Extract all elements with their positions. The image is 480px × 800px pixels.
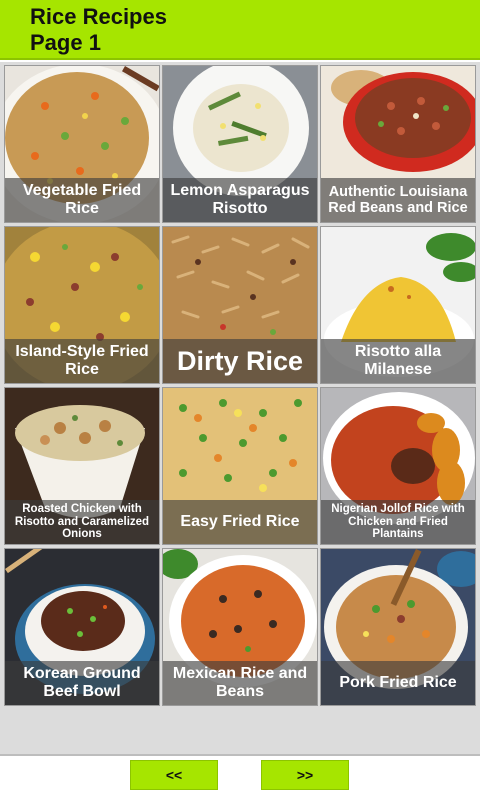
recipe-title: Nigerian Jollof Rice with Chicken and Fr… xyxy=(321,500,475,544)
recipe-title: Authentic Louisiana Red Beans and Rice xyxy=(321,178,475,222)
recipe-title: Mexican Rice and Beans xyxy=(163,661,317,705)
previous-page-button[interactable]: << xyxy=(130,760,218,790)
recipe-title: Island-Style Fried Rice xyxy=(5,339,159,383)
title-line-2: Page 1 xyxy=(30,30,101,55)
recipe-title: Risotto alla Milanese xyxy=(321,339,475,383)
recipe-grid: Vegetable Fried Rice Lemon Asparagus Ris… xyxy=(4,65,476,706)
recipe-title: Roasted Chicken with Risotto and Caramel… xyxy=(5,500,159,544)
recipe-title: Korean Ground Beef Bowl xyxy=(5,661,159,705)
recipe-tile-nigerian-jollof-rice[interactable]: Nigerian Jollof Rice with Chicken and Fr… xyxy=(320,387,476,545)
app-header: Rice Recipes Page 1 xyxy=(0,0,480,60)
page-title: Rice Recipes Page 1 xyxy=(30,4,167,56)
title-line-1: Rice Recipes xyxy=(30,4,167,29)
recipe-tile-lemon-asparagus-risotto[interactable]: Lemon Asparagus Risotto xyxy=(162,65,318,223)
recipe-tile-roasted-chicken-risotto[interactable]: Roasted Chicken with Risotto and Caramel… xyxy=(4,387,160,545)
recipe-title: Lemon Asparagus Risotto xyxy=(163,178,317,222)
recipe-title: Easy Fried Rice xyxy=(163,500,317,544)
pagination-bar: << >> xyxy=(0,756,480,800)
recipe-tile-island-style-fried-rice[interactable]: Island-Style Fried Rice xyxy=(4,226,160,384)
recipe-tile-mexican-rice-and-beans[interactable]: Mexican Rice and Beans xyxy=(162,548,318,706)
next-page-button[interactable]: >> xyxy=(261,760,349,790)
recipe-title: Dirty Rice xyxy=(163,339,317,383)
recipe-tile-dirty-rice[interactable]: Dirty Rice xyxy=(162,226,318,384)
recipe-tile-risotto-alla-milanese[interactable]: Risotto alla Milanese xyxy=(320,226,476,384)
recipe-tile-easy-fried-rice[interactable]: Easy Fried Rice xyxy=(162,387,318,545)
recipe-tile-louisiana-red-beans-and-rice[interactable]: Authentic Louisiana Red Beans and Rice xyxy=(320,65,476,223)
recipe-tile-korean-ground-beef-bowl[interactable]: Korean Ground Beef Bowl xyxy=(4,548,160,706)
recipe-tile-vegetable-fried-rice[interactable]: Vegetable Fried Rice xyxy=(4,65,160,223)
recipe-title: Pork Fried Rice xyxy=(321,661,475,705)
recipe-grid-area: Vegetable Fried Rice Lemon Asparagus Ris… xyxy=(0,62,480,756)
recipe-title: Vegetable Fried Rice xyxy=(5,178,159,222)
recipe-tile-pork-fried-rice[interactable]: Pork Fried Rice xyxy=(320,548,476,706)
